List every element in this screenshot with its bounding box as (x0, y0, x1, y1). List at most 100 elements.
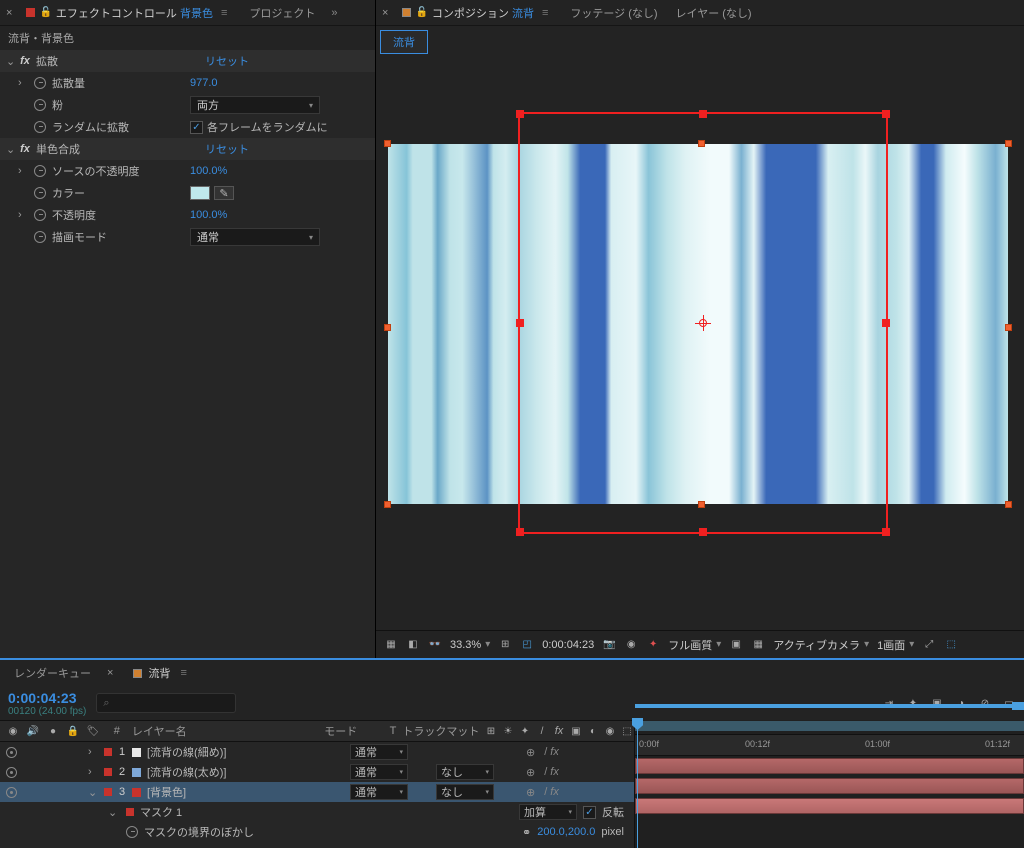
eye-icon[interactable] (6, 787, 17, 798)
lock-icon[interactable]: 🔓 (415, 7, 427, 18)
eye-icon[interactable] (6, 747, 17, 758)
viewer-timecode[interactable]: 0:00:04:23 (542, 639, 594, 651)
3d-icon[interactable]: ⬚ (944, 638, 958, 652)
tab-layer[interactable]: レイヤー (なし) (668, 0, 760, 26)
label-column-icon[interactable]: 🏷 (86, 724, 100, 738)
value-number[interactable]: 100.0% (190, 209, 227, 221)
switches-icon[interactable]: ✦ (518, 724, 532, 738)
tab-footage[interactable]: フッテージ (なし) (562, 0, 665, 26)
mask-toggle-icon[interactable]: 👓 (428, 638, 442, 652)
value-number[interactable]: 200.0,200.0 (537, 826, 595, 838)
mask-invert-checkbox[interactable]: ✓ (583, 806, 596, 819)
close-icon[interactable]: × (6, 7, 16, 19)
mask-mode-dropdown[interactable]: 加算▾ (519, 804, 577, 820)
overflow-icon[interactable]: » (325, 7, 343, 19)
switches-icon[interactable]: fx (552, 724, 566, 738)
label-color-icon[interactable] (104, 768, 112, 776)
fx-icon[interactable]: fx (18, 55, 32, 67)
switches-icon[interactable]: ▣ (569, 724, 583, 738)
work-area-bar[interactable] (635, 721, 1024, 731)
mask-row[interactable]: ⌄ マスク 1 加算▾ ✓ 反転 (0, 802, 634, 822)
blend-mode-dropdown[interactable]: 通常▾ (350, 744, 408, 760)
mask-bounds[interactable] (518, 112, 888, 534)
reset-link[interactable]: リセット (205, 53, 375, 69)
layer-name[interactable]: [背景色] (147, 784, 186, 800)
dropdown-grain[interactable]: 両方▾ (190, 96, 320, 114)
twisty-icon[interactable]: ⌄ (108, 806, 120, 819)
layer-row[interactable]: ⌄ 3 [背景色] 通常▾ なし▾ ⊕/fx (0, 782, 634, 802)
region-icon[interactable]: ◰ (520, 638, 534, 652)
eyedropper-icon[interactable]: ✎ (214, 186, 234, 200)
layer-name[interactable]: [流背の線(細め)] (147, 744, 226, 760)
layer-bar[interactable] (635, 798, 1024, 814)
layer-row[interactable]: › 2 [流背の線(太め)] 通常▾ なし▾ ⊕/fx (0, 762, 634, 782)
comp-subtab[interactable]: 流背 (380, 30, 428, 54)
link-icon[interactable]: ⚭ (522, 826, 531, 839)
mask-handle[interactable] (516, 528, 524, 536)
value-number[interactable]: 100.0% (190, 165, 227, 177)
twisty-icon[interactable]: › (18, 165, 28, 177)
dropdown-blendmode[interactable]: 通常▾ (190, 228, 320, 246)
solo-column-icon[interactable]: ● (46, 724, 60, 738)
stopwatch-icon[interactable] (34, 209, 46, 221)
tab-render-queue[interactable]: レンダーキュー (6, 660, 99, 686)
col-number[interactable]: # (108, 725, 126, 737)
timeline-tracks[interactable]: 0:00f 00:12f 01:00f 01:12f (634, 720, 1024, 848)
stopwatch-icon[interactable] (34, 99, 46, 111)
mask-handle[interactable] (699, 110, 707, 118)
quality-dropdown[interactable]: フル画質▾ (668, 637, 721, 653)
effect-header-fill[interactable]: ⌄ fx 単色合成 リセット (0, 138, 375, 160)
grid-icon[interactable]: ▦ (384, 638, 398, 652)
blend-mode-dropdown[interactable]: 通常▾ (350, 784, 408, 800)
effect-header-scatter[interactable]: ⌄ fx 拡散 リセット (0, 50, 375, 72)
label-color-icon[interactable] (104, 788, 112, 796)
composition-viewer[interactable]: 流背 (376, 26, 1024, 630)
twisty-icon[interactable]: ⌄ (6, 55, 18, 68)
stopwatch-icon[interactable] (34, 121, 46, 133)
close-icon[interactable]: × (382, 7, 392, 19)
panel-menu-icon[interactable]: ≡ (538, 7, 552, 19)
work-area-end-handle[interactable] (1012, 702, 1024, 710)
mask-handle[interactable] (516, 110, 524, 118)
twisty-icon[interactable]: › (88, 746, 100, 758)
col-mode[interactable]: モード (324, 723, 389, 739)
zoom-dropdown[interactable]: 33.3%▾ (450, 639, 490, 651)
time-ruler[interactable]: 0:00f 00:12f 01:00f 01:12f (635, 734, 1024, 756)
panel-menu-icon[interactable]: ≡ (176, 667, 190, 679)
mask-color-icon[interactable] (126, 808, 134, 816)
anchor-point-icon[interactable] (695, 315, 711, 331)
twisty-icon[interactable]: › (88, 766, 100, 778)
twisty-icon[interactable]: › (18, 77, 28, 89)
view-options-icon[interactable]: ▣ (729, 638, 743, 652)
value-number[interactable]: 977.0 (190, 77, 218, 89)
switches-icon[interactable]: ◉ (603, 724, 617, 738)
snapshot-icon[interactable]: 📷 (602, 638, 616, 652)
color-mgmt-icon[interactable]: ✦ (646, 638, 660, 652)
switches-icon[interactable]: / (535, 724, 549, 738)
mask-handle[interactable] (699, 528, 707, 536)
col-layer-name[interactable]: レイヤー名 (126, 723, 324, 739)
playhead[interactable] (637, 720, 638, 848)
show-snapshot-icon[interactable]: ◉ (624, 638, 638, 652)
layer-bar[interactable] (635, 778, 1024, 794)
mask-handle[interactable] (516, 319, 524, 327)
mask-handle[interactable] (882, 110, 890, 118)
layer-bar[interactable] (635, 758, 1024, 774)
trackmatte-dropdown[interactable]: なし▾ (436, 784, 494, 800)
layer-name[interactable]: [流背の線(太め)] (147, 764, 226, 780)
layer-row[interactable]: › 1 [流背の線(細め)] 通常▾ ⊕/fx (0, 742, 634, 762)
trackmatte-dropdown[interactable]: なし▾ (436, 764, 494, 780)
tab-project[interactable]: プロジェクト (241, 0, 323, 26)
tab-comp-timeline[interactable]: 流背 ≡ (125, 660, 198, 686)
lock-column-icon[interactable]: 🔒 (66, 724, 80, 738)
checkbox-random[interactable]: ✓ (190, 121, 203, 134)
mask-handle[interactable] (882, 528, 890, 536)
col-trackmatte[interactable]: トラックマット (402, 723, 484, 739)
col-t[interactable]: T (390, 725, 403, 737)
switches-icon[interactable]: ⬚ (620, 724, 634, 738)
blend-mode-dropdown[interactable]: 通常▾ (350, 764, 408, 780)
panel-menu-icon[interactable]: ≡ (217, 7, 231, 19)
stopwatch-icon[interactable] (126, 826, 138, 838)
stopwatch-icon[interactable] (34, 187, 46, 199)
close-icon[interactable]: × (107, 667, 117, 679)
